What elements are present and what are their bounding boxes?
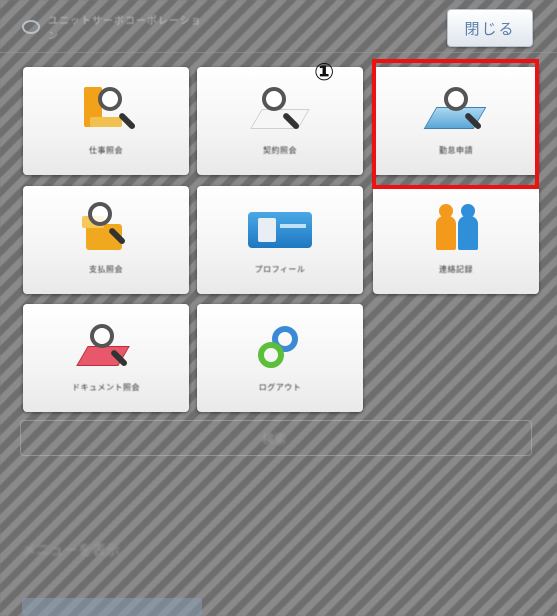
close-button[interactable]: 閉じる — [447, 9, 533, 47]
tile-label: ログアウト — [258, 383, 302, 392]
logout-icon — [252, 320, 308, 376]
tile-work-inquiry[interactable]: 仕事照会 — [23, 67, 189, 175]
step-marker: ① — [314, 58, 335, 86]
document-inquiry-icon — [76, 320, 134, 376]
tile-label: 支払照会 — [89, 265, 123, 274]
tile-label: 連絡記録 — [439, 265, 473, 274]
contact-record-icon — [428, 202, 484, 258]
tile-logout[interactable]: ログアウト — [197, 304, 363, 412]
tile-label: 契約照会 — [263, 146, 297, 155]
tile-document-inquiry[interactable]: ドキュメント照会 — [23, 304, 189, 412]
contract-inquiry-icon — [250, 83, 310, 139]
tile-label: ドキュメント照会 — [72, 383, 140, 392]
header-divider — [0, 52, 557, 53]
tile-label: 仕事照会 — [89, 146, 123, 155]
tile-contract-inquiry[interactable]: 契約照会 — [197, 67, 363, 175]
app-logo: ユニットサーボコーポレーション — [22, 16, 212, 42]
logo-text: ユニットサーボコーポレーション — [47, 16, 202, 42]
background-search-label: 検索 — [262, 432, 287, 446]
payment-inquiry-icon — [78, 202, 134, 258]
tile-contact-record[interactable]: 連絡記録 — [373, 186, 539, 294]
background-footer-text: メニューを表示 — [22, 543, 120, 559]
logo-mark-icon — [22, 20, 40, 34]
highlight-frame — [372, 59, 539, 189]
work-inquiry-icon — [78, 83, 137, 139]
profile-card-icon — [248, 202, 312, 258]
tile-payment-inquiry[interactable]: 支払照会 — [23, 186, 189, 294]
tile-label: プロフィール — [254, 265, 306, 274]
tile-profile[interactable]: プロフィール — [197, 186, 363, 294]
background-bottom-bar — [22, 598, 202, 616]
